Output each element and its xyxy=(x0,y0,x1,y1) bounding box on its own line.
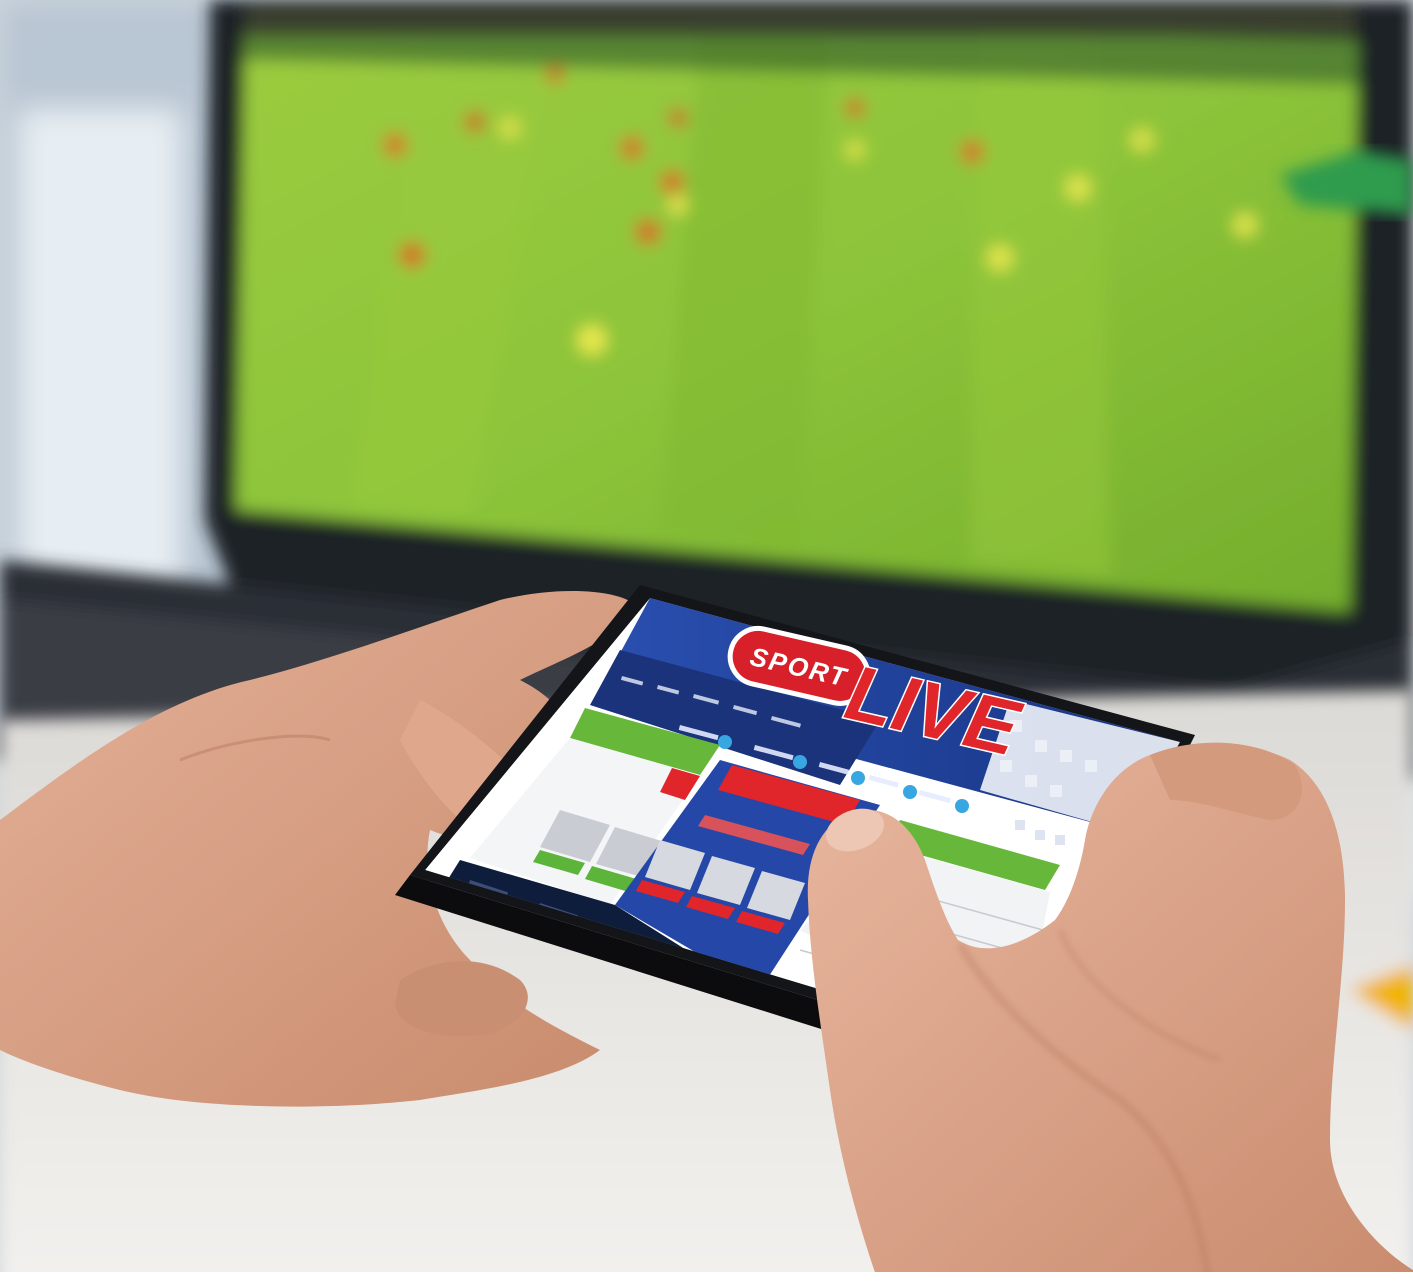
photo-canvas: SPORT LIVE xyxy=(0,0,1413,1287)
right-hand xyxy=(807,742,1413,1287)
photo-scene: SPORT LIVE xyxy=(0,0,1413,1287)
